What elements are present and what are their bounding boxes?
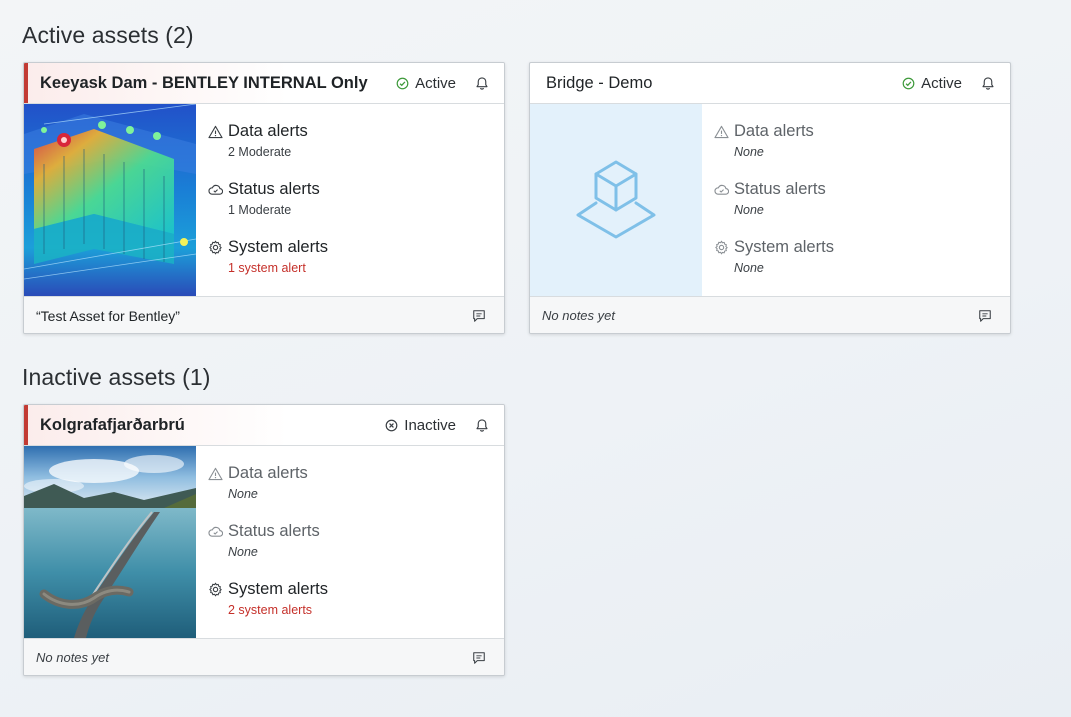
asset-thumbnail-bridge-photo[interactable] bbox=[24, 446, 196, 638]
gear-icon bbox=[209, 240, 222, 255]
data-alerts-label: Data alerts bbox=[734, 122, 814, 140]
asset-title[interactable]: Bridge - Demo bbox=[546, 74, 902, 93]
system-alerts-value[interactable]: 1 system alert bbox=[228, 261, 328, 275]
asset-notes: No notes yet bbox=[36, 650, 109, 665]
data-alerts-label: Data alerts bbox=[228, 464, 308, 482]
status-badge: Active bbox=[396, 75, 456, 92]
alerts-summary: Data alerts None Status alerts None Syst… bbox=[714, 122, 834, 296]
alerts-summary: Data alerts None Status alerts None Syst… bbox=[208, 464, 328, 638]
system-alerts-label: System alerts bbox=[228, 580, 328, 598]
asset-notes: No notes yet bbox=[542, 308, 615, 323]
asset-title[interactable]: Keeyask Dam - BENTLEY INTERNAL Only bbox=[40, 74, 396, 93]
status-alerts[interactable]: Status alerts None bbox=[714, 180, 834, 238]
data-alerts-label: Data alerts bbox=[228, 122, 308, 140]
asset-card-kolgrafafjardarbru[interactable]: Kolgrafafjarðarbrú Inactive Data alerts … bbox=[23, 404, 505, 676]
status-alerts[interactable]: Status alerts None bbox=[208, 522, 328, 580]
check-circle-icon bbox=[902, 77, 915, 89]
status-label: Active bbox=[415, 74, 456, 92]
status-alerts-label: Status alerts bbox=[228, 180, 320, 198]
bell-icon[interactable] bbox=[980, 75, 996, 91]
check-circle-icon bbox=[396, 77, 409, 89]
system-alerts-label: System alerts bbox=[734, 238, 834, 256]
status-label: Inactive bbox=[404, 416, 456, 434]
status-alerts[interactable]: Status alerts 1 Moderate bbox=[208, 180, 328, 238]
card-body: Data alerts None Status alerts None Syst… bbox=[24, 446, 504, 638]
card-footer: No notes yet bbox=[24, 638, 504, 675]
warning-triangle-icon bbox=[208, 467, 223, 480]
warning-triangle-icon bbox=[208, 125, 223, 138]
asset-thumbnail-placeholder[interactable] bbox=[530, 104, 702, 296]
asset-notes: “Test Asset for Bentley” bbox=[36, 307, 180, 324]
x-circle-icon bbox=[385, 419, 398, 431]
status-badge: Inactive bbox=[385, 417, 456, 434]
status-alerts-value: None bbox=[228, 545, 258, 559]
card-header: Bridge - Demo Active bbox=[530, 63, 1010, 104]
card-header: Kolgrafafjarðarbrú Inactive bbox=[24, 405, 504, 446]
data-alerts[interactable]: Data alerts None bbox=[208, 464, 328, 522]
cloud-icon bbox=[208, 184, 223, 195]
asset-card-bridge-demo[interactable]: Bridge - Demo Active Data alerts None St… bbox=[529, 62, 1011, 334]
status-alerts-value: 1 Moderate bbox=[228, 203, 292, 217]
card-body: Data alerts 2 Moderate Status alerts 1 M… bbox=[24, 104, 504, 296]
system-alerts-value: None bbox=[734, 261, 764, 275]
system-alerts[interactable]: System alerts None bbox=[714, 238, 834, 296]
data-alerts-value: None bbox=[228, 487, 258, 501]
asset-card-keeyask-dam[interactable]: Keeyask Dam - BENTLEY INTERNAL Only Acti… bbox=[23, 62, 505, 334]
cloud-icon bbox=[208, 526, 223, 537]
bell-icon[interactable] bbox=[474, 417, 490, 433]
system-alerts[interactable]: System alerts 1 system alert bbox=[208, 238, 328, 296]
card-header: Keeyask Dam - BENTLEY INTERNAL Only Acti… bbox=[24, 63, 504, 104]
data-alerts[interactable]: Data alerts None bbox=[714, 122, 834, 180]
active-assets-title: Active assets (2) bbox=[22, 22, 194, 48]
comment-icon[interactable] bbox=[978, 309, 992, 323]
cube-icon bbox=[576, 160, 656, 239]
system-alerts[interactable]: System alerts 2 system alerts bbox=[208, 580, 328, 638]
data-alerts[interactable]: Data alerts 2 Moderate bbox=[208, 122, 328, 180]
gear-icon bbox=[715, 240, 728, 255]
data-alerts-value: 2 Moderate bbox=[228, 145, 292, 159]
data-alerts-value: None bbox=[734, 145, 764, 159]
comment-icon[interactable] bbox=[472, 651, 486, 665]
cloud-icon bbox=[714, 184, 729, 195]
asset-title[interactable]: Kolgrafafjarðarbrú bbox=[40, 416, 385, 435]
status-alerts-value: None bbox=[734, 203, 764, 217]
card-body: Data alerts None Status alerts None Syst… bbox=[530, 104, 1010, 296]
alerts-summary: Data alerts 2 Moderate Status alerts 1 M… bbox=[208, 122, 328, 296]
bell-icon[interactable] bbox=[474, 75, 490, 91]
card-footer: “Test Asset for Bentley” bbox=[24, 296, 504, 333]
gear-icon bbox=[209, 582, 222, 597]
comment-icon[interactable] bbox=[472, 309, 486, 323]
status-label: Active bbox=[921, 74, 962, 92]
system-alerts-value[interactable]: 2 system alerts bbox=[228, 603, 328, 617]
asset-thumbnail-dam-model[interactable] bbox=[24, 104, 196, 296]
system-alerts-label: System alerts bbox=[228, 238, 328, 256]
warning-triangle-icon bbox=[714, 125, 729, 138]
card-footer: No notes yet bbox=[530, 296, 1010, 333]
inactive-assets-title: Inactive assets (1) bbox=[22, 364, 211, 390]
status-alerts-label: Status alerts bbox=[734, 180, 826, 198]
status-badge: Active bbox=[902, 75, 962, 92]
status-alerts-label: Status alerts bbox=[228, 522, 320, 540]
